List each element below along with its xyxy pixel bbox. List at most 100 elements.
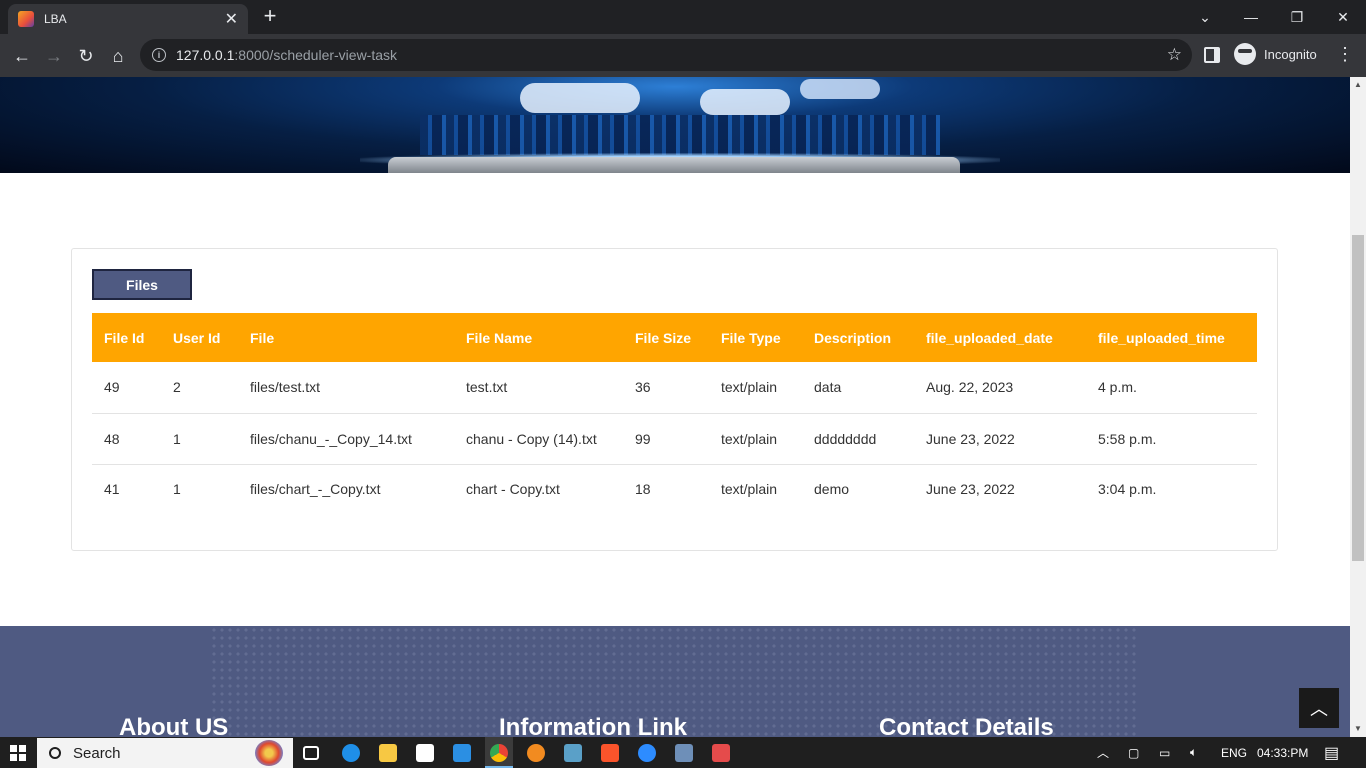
table-cell: 41 [104,480,120,497]
browser-menu-icon[interactable]: ⋮ [1336,44,1354,65]
files-table: File Id User Id File File Name File Size File… [92,313,1257,513]
volume-icon[interactable]: 🔈︎ [1190,737,1197,768]
scrollbar-thumb[interactable] [1352,235,1364,561]
table-body: 49 2 files/test.txt test.txt 36 text/plain dat… [92,362,1257,513]
windows-start-icon[interactable] [10,745,26,761]
table-cell: 48 [92,413,161,465]
table-cell: files/chart_-_Copy.txt [250,480,381,497]
hero-cloud [800,79,880,99]
scroll-up-arrow-icon[interactable]: ▲ [1350,77,1366,93]
windows-taskbar: Search ︿ ▢ ▭ 🔈︎ ENG 04:33:PM ▤ [0,737,1366,768]
files-button[interactable]: Files [92,269,192,300]
table-row: 41 1 files/chart_-_Copy.txt chart - Copy.tx… [92,464,1257,513]
site-info-icon[interactable]: i [152,48,166,62]
table-cell: 1 [173,480,181,497]
browser-toolbar: ← → ↻ ⌂ i 127.0.0.1:8000/scheduler-view-… [0,34,1366,77]
app-icon[interactable] [564,744,582,762]
table-cell: text/plain [709,413,802,465]
files-card: Files File Id User Id File File Name File Si… [71,248,1278,551]
table-cell: chanu - Copy (14).txt [454,413,623,465]
app-icon[interactable] [675,744,693,762]
table-cell: files/test.txt [238,362,454,414]
minimize-button[interactable]: — [1228,0,1274,34]
zoom-icon[interactable] [638,744,656,762]
window-close-button[interactable]: ✕ [1320,0,1366,34]
address-bar[interactable]: i 127.0.0.1:8000/scheduler-view-task ☆ [140,39,1192,71]
table-row: 49 2 files/test.txt test.txt 36 text/plain dat… [92,362,1257,414]
column-header: File Name [466,329,533,346]
brave-icon[interactable] [601,744,619,762]
hero-skyline [420,115,940,155]
table-header-row: File Id User Id File File Name File Size File… [92,313,1257,362]
table-cell: 49 [92,362,161,414]
table-cell: June 23, 2022 [914,413,1086,465]
page-scrollbar[interactable]: ▲ ▼ [1350,77,1366,737]
table-cell: 2 [161,362,238,414]
url-path: :8000/scheduler-view-task [234,47,398,63]
hero-cloud [700,89,790,115]
page-content: Files File Id User Id File File Name File Si… [0,77,1350,737]
app-icon[interactable] [712,744,730,762]
search-highlight-icon [255,740,283,766]
search-app-icon[interactable] [527,744,545,762]
table-cell: 99 [623,413,709,465]
clock[interactable]: 04:33:PM [1257,737,1308,768]
column-header: file_uploaded_date [926,329,1053,346]
network-icon[interactable]: ▭ [1159,737,1170,768]
column-header: File Size [635,329,692,346]
chrome-taskbar-item[interactable] [485,737,513,768]
table-cell: 5:58 p.m. [1086,413,1257,465]
table-cell: 1 [161,413,238,465]
edge-icon[interactable] [342,744,360,762]
incognito-icon [1234,43,1256,65]
close-tab-icon[interactable]: ✕ [225,9,238,29]
browser-tab-bar: LBA ✕ + ⌄ — ❐ ✕ [0,0,1366,34]
column-header: File [250,329,275,346]
taskbar-search-box[interactable]: Search [37,738,293,768]
side-panel-icon[interactable] [1204,47,1220,63]
forward-button[interactable]: → [40,42,68,70]
browser-tab[interactable]: LBA ✕ [8,4,248,34]
scroll-to-top-button[interactable]: ︿ [1299,688,1339,728]
meet-icon[interactable]: ▢ [1128,737,1139,768]
incognito-label: Incognito [1264,46,1317,62]
restore-button[interactable]: ❐ [1274,0,1320,34]
file-explorer-icon[interactable] [379,744,397,762]
notifications-icon[interactable]: ▤ [1324,737,1339,768]
table-cell: text/plain [721,480,778,497]
incognito-indicator[interactable]: Incognito [1234,43,1317,65]
tab-search-icon[interactable]: ⌄ [1182,0,1228,34]
home-button[interactable]: ⌂ [104,42,132,70]
tray-overflow-icon[interactable]: ︿ [1097,737,1109,768]
footer-info-heading: Information Link [499,714,687,737]
back-button[interactable]: ← [8,42,36,70]
reload-button[interactable]: ↻ [72,42,100,70]
footer-about-heading: About US [119,714,229,737]
hero-banner-image [0,77,1350,173]
scroll-down-arrow-icon[interactable]: ▼ [1350,721,1366,737]
bookmark-star-icon[interactable]: ☆ [1167,45,1182,65]
taskbar-search-label: Search [73,744,121,762]
new-tab-button[interactable]: + [258,5,282,29]
table-cell: data [802,362,914,414]
vscode-icon[interactable] [453,744,471,762]
table-cell: demo [814,480,850,497]
url-host: 127.0.0.1 [176,47,235,63]
table-cell: 3:04 p.m. [1098,480,1157,497]
table-cell: test.txt [454,362,623,414]
table-cell: dddddddd [802,413,914,465]
table-cell: text/plain [709,362,802,414]
hero-cloud [520,83,640,113]
footer: About US Information Link Contact Detail… [0,626,1350,737]
table-cell: 18 [635,480,651,497]
search-icon [49,747,61,759]
language-indicator[interactable]: ENG [1221,737,1247,768]
column-header: File Id [104,329,145,346]
column-header: User Id [173,329,221,346]
hero-device [388,157,960,173]
task-view-icon[interactable] [303,746,319,760]
table-row: 48 1 files/chanu_-_Copy_14.txt chanu - Copy… [92,413,1257,465]
app-icon[interactable] [416,744,434,762]
table-cell: files/chanu_-_Copy_14.txt [238,413,454,465]
table-cell: 36 [623,362,709,414]
